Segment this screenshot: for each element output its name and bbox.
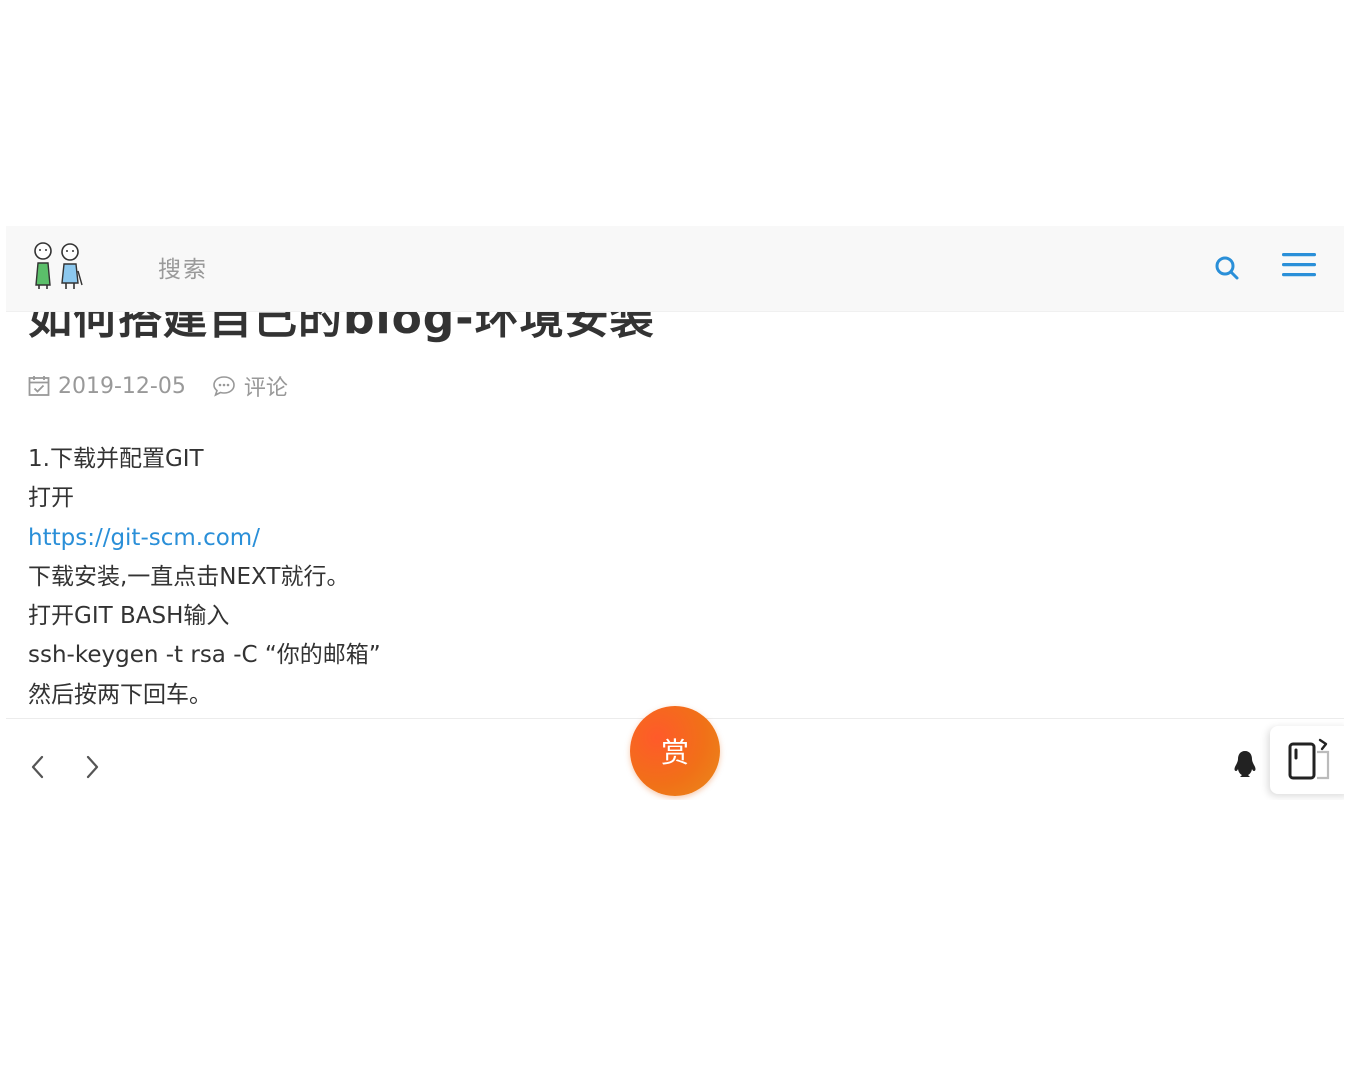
site-logo[interactable] bbox=[28, 241, 88, 291]
content-line: 打开 bbox=[28, 485, 74, 512]
post-date-text: 2019-12-05 bbox=[58, 373, 186, 399]
hamburger-menu-icon[interactable] bbox=[1282, 251, 1316, 279]
search-icon[interactable] bbox=[1212, 253, 1242, 283]
search-input[interactable]: 搜索 bbox=[158, 250, 208, 284]
calendar-icon bbox=[28, 376, 50, 396]
chevron-left-icon[interactable] bbox=[28, 754, 48, 780]
content-line: 下载安装,一直点击NEXT就行。 bbox=[28, 563, 350, 590]
post-date: 2019-12-05 bbox=[28, 374, 186, 399]
reward-button[interactable]: 赏 bbox=[630, 706, 720, 796]
content-line: ssh-keygen -t rsa -C “你的邮箱” bbox=[28, 642, 381, 669]
post-comments-link[interactable]: 评论 bbox=[212, 370, 288, 402]
content-link-line: https://git-scm.com/ bbox=[28, 519, 381, 558]
comments-label: 评论 bbox=[243, 376, 288, 401]
git-scm-link[interactable]: https://git-scm.com/ bbox=[28, 525, 260, 551]
qq-penguin-icon[interactable] bbox=[1232, 749, 1258, 779]
bottom-action-bar: 赏 bbox=[6, 706, 1344, 800]
chevron-right-icon[interactable] bbox=[82, 754, 102, 780]
title-clip: 如何搭建自己的blog-环境安装 bbox=[6, 312, 1344, 352]
post-title: 如何搭建自己的blog-环境安装 bbox=[28, 312, 655, 344]
content-line: 然后按两下回车。 bbox=[28, 681, 212, 708]
app-viewport: 如何搭建自己的blog-环境安装 搜索 2019-12-05 评论 1.下载并配… bbox=[6, 226, 1344, 800]
post-meta: 2019-12-05 评论 bbox=[28, 370, 314, 402]
content-line: 1.下载并配置GIT bbox=[28, 446, 204, 472]
share-card-icon bbox=[1288, 738, 1330, 780]
content-line: 打开GIT BASH输入 bbox=[28, 603, 230, 630]
share-card-button[interactable] bbox=[1270, 726, 1344, 794]
top-header: 搜索 bbox=[6, 226, 1344, 312]
comment-bubble-icon bbox=[213, 376, 235, 397]
post-content: 1.下载并配置GIT 打开 https://git-scm.com/ 下载安装,… bbox=[28, 440, 381, 715]
